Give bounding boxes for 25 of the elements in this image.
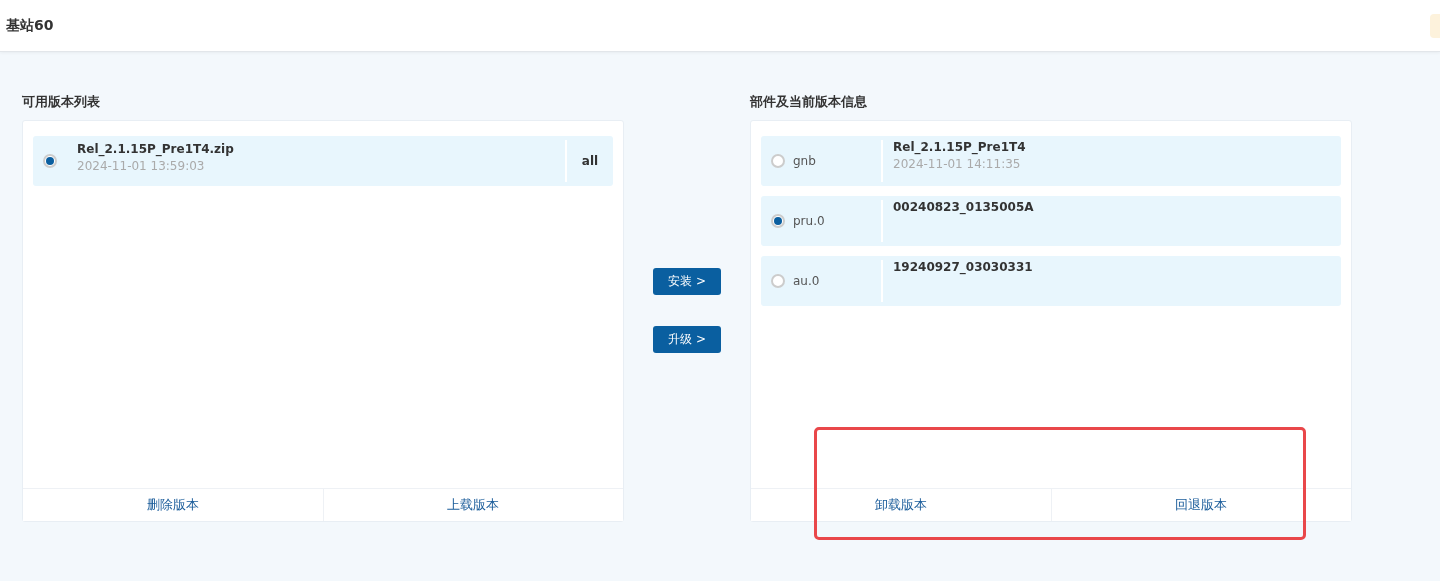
component-version: Rel_2.1.15P_Pre1T4 — [893, 140, 1027, 154]
component-name: au.0 — [793, 274, 820, 288]
transfer-button[interactable]: 安装 > — [653, 268, 721, 295]
transfer-button[interactable]: 升级 > — [653, 326, 721, 353]
action-button[interactable]: 卸载版本 — [751, 489, 1052, 521]
version-name: Rel_2.1.15P_Pre1T4.zip — [77, 142, 235, 156]
version-time: 2024-11-01 13:59:03 — [77, 159, 206, 173]
radio-button[interactable] — [771, 154, 785, 168]
component-version: 19240927_03030331 — [893, 260, 1034, 274]
panel-title: 部件及当前版本信息 — [750, 93, 868, 111]
page-title: 基站60 — [6, 16, 54, 35]
action-button[interactable]: 删除版本 — [23, 489, 324, 521]
version-time: 2024-11-01 14:11:35 — [893, 157, 1022, 171]
component-name: pru.0 — [793, 214, 825, 228]
component-name: gnb — [793, 154, 816, 168]
panel-title: 可用版本列表 — [22, 93, 101, 111]
component-row[interactable]: gnb Rel_2.1.15P_Pre1T4 2024-11-01 14:11:35 — [761, 136, 1341, 186]
version-row[interactable]: Rel_2.1.15P_Pre1T4.zip 2024-11-01 13:59:03 all — [33, 136, 613, 186]
component-row[interactable]: pru.0 00240823_0135005A — [761, 196, 1341, 246]
radio-button[interactable] — [771, 214, 785, 228]
radio-button[interactable] — [771, 274, 785, 288]
version-scope: all — [565, 140, 613, 182]
component-version: 00240823_0135005A — [893, 200, 1035, 214]
component-row[interactable]: au.0 19240927_03030331 — [761, 256, 1341, 306]
radio-button[interactable] — [43, 154, 57, 168]
